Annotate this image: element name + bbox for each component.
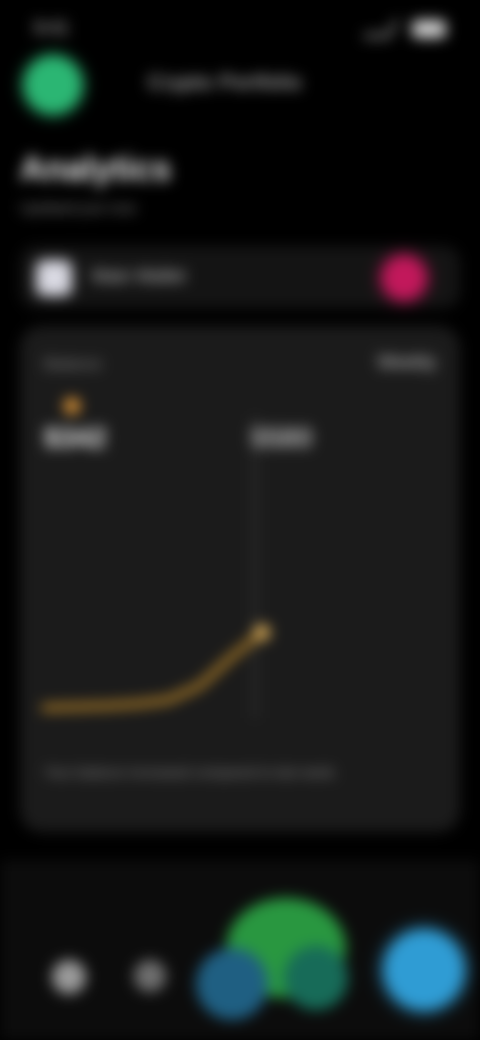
status-bar: 9:41 bbox=[0, 0, 480, 60]
header-title: Crypto Portfolio bbox=[148, 72, 302, 94]
account-row[interactable]: Main Wallet bbox=[20, 246, 460, 308]
status-icons bbox=[362, 20, 446, 38]
app-screen: 9:41 Crypto Portfolio Analytics Updated … bbox=[0, 0, 480, 1040]
search-icon[interactable] bbox=[134, 960, 166, 992]
home-icon[interactable] bbox=[52, 960, 86, 994]
battery-icon bbox=[412, 20, 446, 38]
page-subtitle: Updated just now bbox=[20, 200, 136, 217]
account-label: Main Wallet bbox=[92, 266, 186, 286]
avatar[interactable] bbox=[24, 56, 82, 114]
signal-icon bbox=[362, 20, 400, 38]
fab-button[interactable] bbox=[384, 930, 464, 1010]
bottom-nav bbox=[0, 860, 480, 1040]
line-chart[interactable] bbox=[20, 326, 460, 832]
page-title: Analytics bbox=[20, 150, 172, 188]
chart-nav-icon[interactable] bbox=[284, 946, 348, 1010]
wallet-icon bbox=[36, 260, 72, 296]
wallet-nav-icon[interactable] bbox=[196, 948, 268, 1020]
chart-point bbox=[254, 624, 270, 641]
status-time: 9:41 bbox=[34, 18, 70, 38]
chart-card: Balance Weekly $342 $580 Your balance in… bbox=[20, 326, 460, 832]
card-footer: Your balance increased compared to last … bbox=[44, 764, 338, 780]
chart-series-line bbox=[41, 629, 265, 711]
notification-badge[interactable] bbox=[382, 256, 426, 300]
